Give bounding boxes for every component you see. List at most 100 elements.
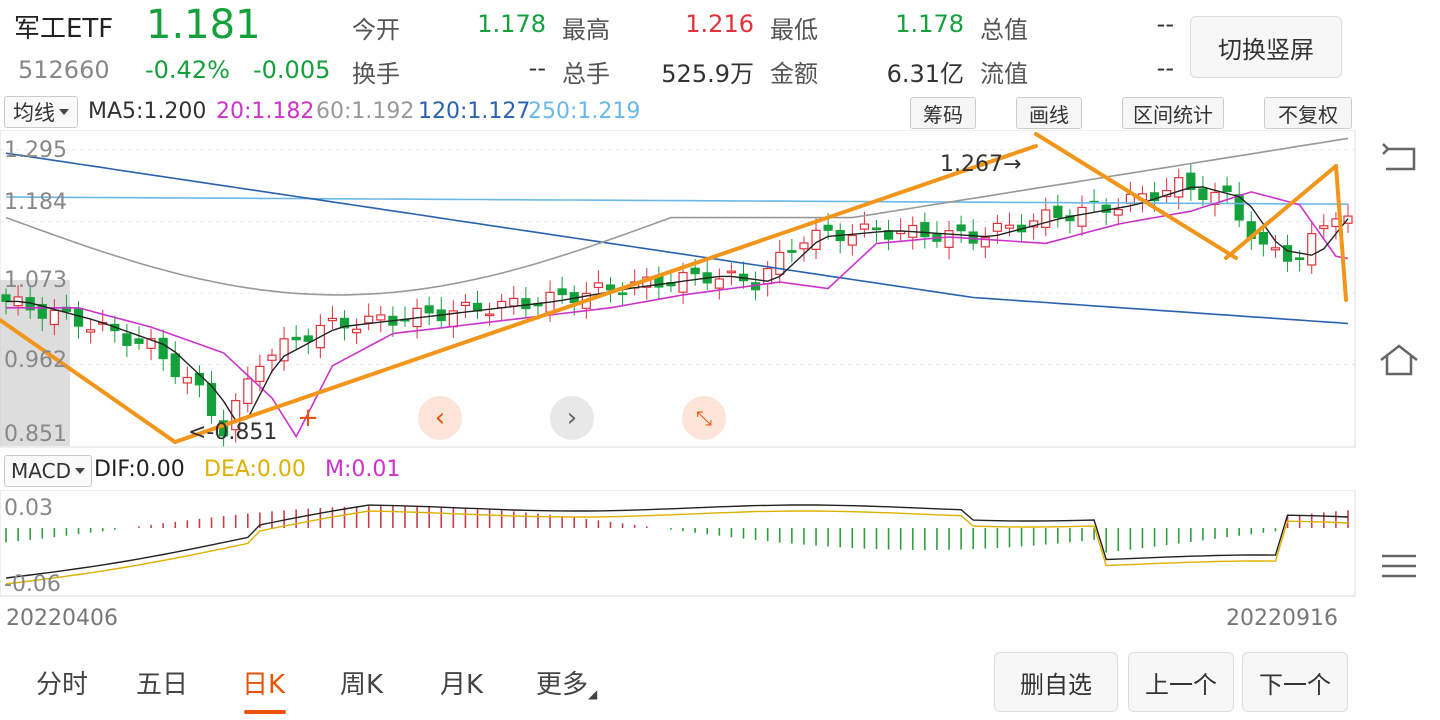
stat-high-value: 1.216 (685, 10, 754, 38)
candle-body-30 (364, 315, 374, 324)
ma-selector[interactable]: 均线 (4, 96, 78, 128)
candle-body-66 (799, 242, 809, 250)
shrink-icon[interactable]: ⤡ (682, 396, 726, 440)
chips-button[interactable]: 筹码 (910, 97, 976, 129)
previous-button[interactable]: 上一个 (1128, 652, 1234, 712)
candle-body-11 (134, 338, 144, 344)
candle-body-87 (1053, 205, 1063, 218)
candle-body-60 (726, 270, 737, 274)
macd-chart[interactable] (0, 490, 1356, 598)
candle-body-15 (182, 376, 192, 384)
stat-float-cap-value: -- (1156, 54, 1174, 82)
tab-monthly-k[interactable]: 月K (440, 664, 483, 701)
candle-body-65 (787, 250, 797, 253)
chevron-left-icon[interactable]: ‹ (418, 396, 462, 440)
candle-body-64 (775, 251, 785, 275)
candle-body-14 (170, 353, 180, 378)
period-high-label: 1.267→ (940, 152, 1021, 177)
macd-dea: DEA:0.00 (204, 457, 306, 482)
candle-body-99 (1198, 188, 1208, 201)
price-tick-3: 1.073 (4, 268, 67, 293)
stat-amount-label: 金额 (770, 60, 818, 88)
tab-five-day[interactable]: 五日 (136, 664, 188, 701)
candle-body-83 (1004, 224, 1015, 229)
change-amount: -0.005 (253, 56, 331, 84)
stat-turnover-label: 换手 (352, 60, 400, 88)
candle-body-38 (460, 301, 471, 307)
switch-portrait-button[interactable]: 切换竖屏 (1190, 16, 1342, 78)
stat-volume-label: 总手 (562, 60, 610, 88)
candle-body-68 (823, 224, 833, 231)
candle-body-107 (1295, 257, 1305, 261)
candle-body-108 (1307, 233, 1317, 266)
candle-body-78 (944, 230, 954, 248)
candle-body-6 (73, 308, 84, 327)
candle-body-89 (1077, 206, 1087, 227)
price-tick-5: 0.851 (4, 422, 67, 447)
period-low-arrow: <- (188, 420, 215, 445)
candle-body-10 (122, 333, 132, 346)
stat-open-value: 1.178 (477, 10, 546, 38)
back-icon-glyph (1382, 143, 1416, 171)
candle-body-79 (956, 224, 966, 232)
price-tick-4: 0.962 (4, 348, 67, 373)
next-button[interactable]: 下一个 (1242, 652, 1348, 712)
stat-amount-value: 6.31亿 (886, 60, 964, 88)
tab-daily-k[interactable]: 日K (242, 664, 285, 701)
chevron-right-icon[interactable]: › (550, 396, 594, 440)
tab-more-label: 更多 (536, 670, 589, 700)
back-icon[interactable] (1370, 136, 1428, 176)
macd-selector-label: MACD (11, 459, 71, 483)
macd-selector[interactable]: MACD (4, 455, 92, 487)
candle-body-70 (847, 234, 857, 246)
active-tab-indicator (244, 710, 286, 714)
price-tick-2: 1.184 (4, 190, 67, 215)
candle-body-101 (1222, 185, 1232, 193)
stat-low-label: 最低 (770, 16, 818, 44)
candle-body-57 (690, 267, 700, 275)
stat-low-value: 1.178 (895, 10, 964, 38)
candle-body-7 (86, 329, 96, 333)
ma60-value: 60:1.192 (316, 99, 415, 124)
candle-body-27 (327, 317, 338, 322)
stat-volume-value: 525.9万 (661, 60, 754, 88)
candle-body-24 (291, 336, 301, 341)
candle-body-22 (267, 354, 277, 361)
candle-body-40 (485, 313, 495, 317)
candle-body-109 (1319, 225, 1329, 230)
kline-frame (0, 130, 1356, 448)
candle-body-51 (617, 292, 628, 296)
candle-body-86 (1041, 209, 1051, 228)
period-high-value: 1.267 (940, 152, 1003, 177)
ma20-value: 20:1.182 (216, 99, 315, 124)
stock-code: 512660 (18, 56, 110, 84)
candle-body-41 (497, 300, 507, 309)
period-high-arrow: → (1002, 152, 1022, 177)
remove-watchlist-button[interactable]: 删自选 (994, 652, 1118, 712)
candle-body-29 (352, 328, 362, 334)
stat-high-label: 最高 (562, 16, 610, 44)
tab-intraday[interactable]: 分时 (36, 664, 88, 701)
end-date: 20220916 (1226, 606, 1338, 631)
menu-icon[interactable] (1370, 546, 1428, 586)
tab-more[interactable]: 更多◢ (536, 664, 597, 701)
range-stats-button[interactable]: 区间统计 (1122, 97, 1224, 129)
candle-body-92 (1113, 209, 1123, 216)
plus-icon[interactable]: + (286, 396, 330, 440)
current-price: 1.181 (146, 2, 261, 48)
home-icon-glyph (1380, 344, 1418, 376)
tab-weekly-k[interactable]: 周K (340, 664, 383, 701)
candle-body-80 (968, 231, 978, 244)
candle-body-71 (859, 223, 869, 230)
price-tick-1: 1.295 (4, 138, 67, 163)
kline-chart[interactable] (0, 130, 1356, 448)
home-icon[interactable] (1370, 340, 1428, 380)
period-low-value: 0.851 (214, 420, 278, 445)
no-adjust-button[interactable]: 不复权 (1264, 97, 1352, 129)
candle-body-76 (920, 222, 930, 238)
draw-line-button[interactable]: 画线 (1016, 97, 1082, 129)
stat-total-cap-label: 总值 (980, 16, 1028, 44)
candle-body-105 (1270, 247, 1281, 251)
stat-turnover-value: -- (528, 54, 546, 82)
candle-body-21 (255, 365, 265, 382)
